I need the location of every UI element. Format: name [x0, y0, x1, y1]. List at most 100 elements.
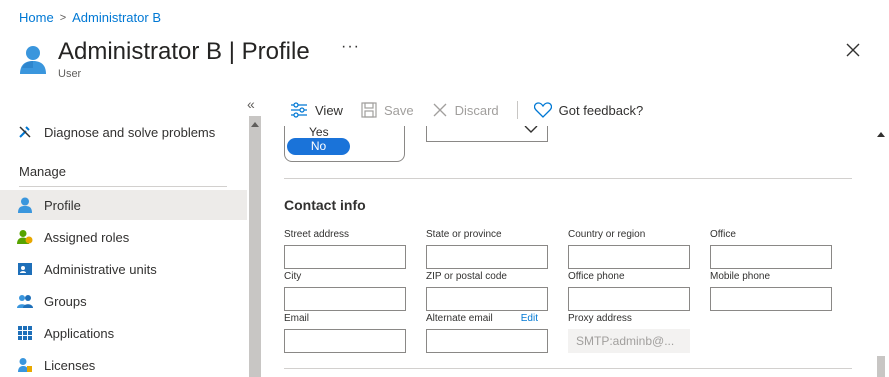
field-label: Mobile phone: [710, 271, 771, 282]
country-region-input[interactable]: [568, 245, 690, 269]
field-label: Country or region: [568, 229, 646, 240]
page-title-name: Administrator B: [58, 38, 223, 65]
email-field: Email: [284, 312, 406, 353]
chevron-down-icon: [524, 126, 538, 133]
scroll-up-arrow-icon[interactable]: [251, 122, 259, 127]
command-toolbar: View Save Discard Got feedback?: [290, 98, 661, 122]
mobile-phone-field: Mobile phone: [710, 270, 832, 311]
page-subtitle: User: [58, 68, 82, 80]
field-label: Office phone: [568, 271, 625, 282]
grid-icon: [17, 325, 33, 341]
close-icon[interactable]: [845, 42, 861, 58]
toggle-option-no[interactable]: No: [287, 138, 350, 155]
sidebar-item-label: Diagnose and solve problems: [44, 124, 216, 140]
sidebar-item-label: Applications: [44, 325, 115, 341]
breadcrumb-separator: >: [59, 11, 67, 24]
state-province-input[interactable]: [426, 245, 548, 269]
field-label: ZIP or postal code: [426, 271, 507, 282]
edit-alternate-email-link[interactable]: Edit: [521, 312, 538, 325]
contact-info-heading: Contact info: [284, 197, 366, 213]
sidebar-item-applications[interactable]: Applications: [0, 318, 247, 348]
state-province-field: State or province: [426, 228, 548, 269]
sidebar-section-manage: Manage: [19, 164, 66, 179]
page-title-separator: |: [222, 38, 242, 65]
breadcrumb-home-link[interactable]: Home: [19, 10, 54, 25]
sidebar-item-administrative-units[interactable]: Administrative units: [0, 254, 247, 284]
sidebar-item-profile[interactable]: Profile: [0, 190, 247, 220]
feedback-button-label: Got feedback?: [558, 102, 644, 118]
country-region-field: Country or region: [568, 228, 690, 269]
license-icon: [17, 357, 33, 373]
person-icon: [17, 197, 33, 213]
field-label: State or province: [426, 229, 502, 240]
street-address-input[interactable]: [284, 245, 406, 269]
zip-code-input[interactable]: [426, 287, 548, 311]
email-input[interactable]: [284, 329, 406, 353]
sidebar-item-assigned-roles[interactable]: Assigned roles: [0, 222, 247, 252]
dropdown-select[interactable]: [426, 126, 548, 142]
collapse-sidebar-button[interactable]: «: [247, 96, 255, 112]
street-address-field: Street address: [284, 228, 406, 269]
profile-form: Yes No Contact info Street address State…: [262, 126, 873, 377]
sidebar-item-groups[interactable]: Groups: [0, 286, 247, 316]
save-button-label: Save: [383, 102, 414, 118]
sidebar-scrollbar[interactable]: [249, 116, 261, 377]
more-options-button[interactable]: ···: [341, 38, 360, 56]
scrollbar-thumb[interactable]: [877, 356, 885, 377]
section-divider: [284, 368, 852, 369]
view-button-label: View: [315, 102, 343, 118]
discard-button[interactable]: Discard: [432, 102, 499, 118]
office-field: Office: [710, 228, 832, 269]
heart-icon: [533, 102, 552, 118]
scroll-up-arrow-icon[interactable]: [877, 132, 885, 137]
sidebar-item-label: Licenses: [44, 357, 96, 373]
office-phone-input[interactable]: [568, 287, 690, 311]
roles-icon: [17, 229, 33, 245]
user-icon: [20, 46, 46, 74]
field-label: Email: [284, 313, 310, 324]
page-title: Administrator B | Profile: [58, 38, 310, 66]
sidebar-item-label: Assigned roles: [44, 229, 130, 245]
section-divider: [284, 178, 852, 179]
wrench-icon: [17, 124, 33, 140]
proxy-address-value: SMTP:adminb@...: [568, 329, 690, 353]
view-settings-icon: [291, 102, 307, 118]
field-label: Alternate email Edit: [426, 312, 548, 325]
discard-button-label: Discard: [454, 102, 499, 118]
content-scrollbar[interactable]: [873, 126, 889, 377]
field-label: Office: [710, 229, 736, 240]
page-header: Administrator B | Profile User ···: [19, 38, 879, 84]
alternate-email-label: Alternate email: [426, 313, 493, 324]
sidebar: Diagnose and solve problems Manage Profi…: [0, 116, 247, 377]
sidebar-item-label: Administrative units: [44, 261, 157, 277]
alternate-email-field: Alternate email Edit: [426, 312, 548, 353]
view-button[interactable]: View: [290, 102, 343, 118]
sidebar-divider: [19, 186, 227, 187]
sidebar-item-label: Profile: [44, 197, 81, 213]
feedback-button[interactable]: Got feedback?: [533, 102, 644, 118]
alternate-email-input[interactable]: [426, 329, 548, 353]
zip-code-field: ZIP or postal code: [426, 270, 548, 311]
city-field: City: [284, 270, 406, 311]
mobile-phone-input[interactable]: [710, 287, 832, 311]
save-icon: [361, 102, 377, 118]
field-label: Proxy address: [568, 313, 632, 324]
toolbar-separator: [516, 101, 518, 119]
discard-x-icon: [433, 103, 447, 117]
office-input[interactable]: [710, 245, 832, 269]
sidebar-item-label: Groups: [44, 293, 87, 309]
field-label: City: [284, 271, 302, 282]
field-label: Street address: [284, 229, 350, 240]
breadcrumb: Home > Administrator B: [19, 10, 161, 25]
proxy-address-field: Proxy address SMTP:adminb@...: [568, 312, 690, 353]
save-button[interactable]: Save: [361, 102, 414, 118]
office-phone-field: Office phone: [568, 270, 690, 311]
sidebar-item-diagnose[interactable]: Diagnose and solve problems: [0, 117, 247, 147]
yes-no-toggle: Yes No: [284, 126, 405, 162]
page-title-section: Profile: [241, 38, 310, 65]
admin-units-icon: [17, 261, 33, 277]
groups-icon: [17, 293, 33, 309]
breadcrumb-current-link[interactable]: Administrator B: [72, 10, 161, 25]
city-input[interactable]: [284, 287, 406, 311]
sidebar-item-licenses[interactable]: Licenses: [0, 350, 247, 377]
